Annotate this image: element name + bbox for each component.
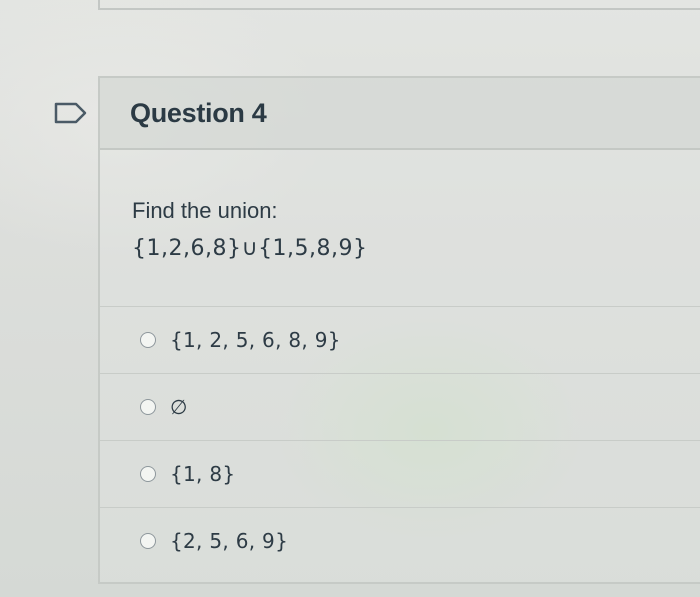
answer-option-1[interactable]: {1, 2, 5, 6, 8, 9}: [100, 306, 700, 373]
question-expression: {1,2,6,8}∪{1,5,8,9}: [132, 236, 368, 261]
answer-label: ∅: [170, 395, 188, 419]
answer-option-3[interactable]: {1, 8}: [100, 440, 700, 507]
radio-button-icon[interactable]: [140, 533, 156, 549]
question-header: Question 4: [100, 78, 700, 150]
radio-button-icon[interactable]: [140, 466, 156, 482]
answer-option-4[interactable]: {2, 5, 6, 9}: [100, 507, 700, 574]
radio-button-icon[interactable]: [140, 399, 156, 415]
answer-label: {1, 8}: [170, 462, 236, 486]
previous-question-card-edge: [98, 0, 700, 10]
question-prompt: Find the union:: [132, 198, 278, 223]
question-card: Question 4 Find the union: {1,2,6,8}∪{1,…: [98, 76, 700, 584]
answer-label: {2, 5, 6, 9}: [170, 529, 289, 553]
answer-option-2[interactable]: ∅: [100, 373, 700, 440]
radio-button-icon[interactable]: [140, 332, 156, 348]
flag-question-icon[interactable]: [52, 98, 90, 128]
answer-label: {1, 2, 5, 6, 8, 9}: [170, 328, 341, 352]
answer-list: {1, 2, 5, 6, 8, 9} ∅ {1, 8} {2, 5, 6, 9}: [100, 306, 700, 574]
question-title: Question 4: [130, 98, 267, 128]
